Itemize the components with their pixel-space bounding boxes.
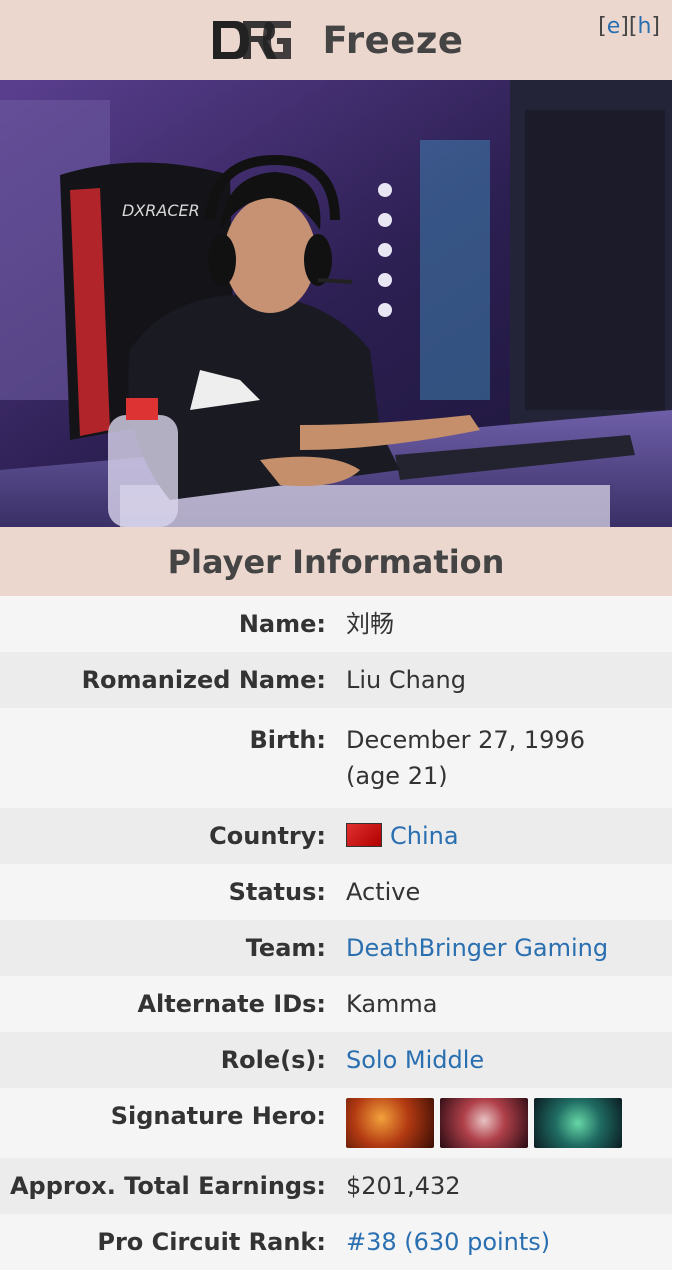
info-row-status: Status: Active bbox=[0, 864, 672, 920]
info-row-alternate-ids: Alternate IDs: Kamma bbox=[0, 976, 672, 1032]
row-value: Kamma bbox=[346, 990, 438, 1018]
section-header: Player Information bbox=[0, 527, 672, 596]
china-flag-icon bbox=[346, 823, 382, 847]
team-link[interactable]: DeathBringer Gaming bbox=[346, 934, 608, 962]
row-value: December 27, 1996 (age 21) bbox=[326, 722, 585, 794]
rank-link[interactable]: #38 (630 points) bbox=[346, 1228, 550, 1256]
info-row-romanized-name: Romanized Name: Liu Chang bbox=[0, 652, 672, 708]
row-label: Pro Circuit Rank: bbox=[97, 1228, 326, 1256]
hero-icon-2[interactable] bbox=[440, 1098, 528, 1148]
info-row-name: Name: 刘畅 bbox=[0, 596, 672, 652]
edit-link[interactable]: e bbox=[607, 14, 621, 39]
edit-links: [e][h] bbox=[598, 14, 660, 39]
row-value: Liu Chang bbox=[346, 666, 466, 694]
info-row-birth: Birth: December 27, 1996 (age 21) bbox=[0, 708, 672, 808]
infobox-header: Freeze [e][h] bbox=[0, 0, 672, 80]
row-value: Active bbox=[346, 878, 421, 906]
row-label: Signature Hero: bbox=[110, 1102, 326, 1130]
row-value: #38 (630 points) bbox=[326, 1224, 550, 1260]
row-label: Country: bbox=[209, 822, 326, 850]
info-row-team: Team: DeathBringer Gaming bbox=[0, 920, 672, 976]
team-logo-icon bbox=[212, 21, 291, 59]
info-row-signature-hero: Signature Hero: bbox=[0, 1088, 672, 1158]
info-rows: Name: 刘畅 Romanized Name: Liu Chang Birth… bbox=[0, 596, 672, 1270]
row-label: Status: bbox=[228, 878, 326, 906]
row-label: Romanized Name: bbox=[81, 666, 326, 694]
player-photo: DXRACER bbox=[0, 80, 672, 527]
row-label: Role(s): bbox=[220, 1046, 326, 1074]
row-label: Team: bbox=[245, 934, 326, 962]
row-label: Approx. Total Earnings: bbox=[9, 1172, 326, 1200]
player-infobox: Freeze [e][h] DXRACER Player Information… bbox=[0, 0, 672, 1270]
row-label: Name: bbox=[238, 610, 326, 638]
hero-icon-1[interactable] bbox=[346, 1098, 434, 1148]
chair-brand-text: DXRACER bbox=[122, 201, 200, 220]
row-value: 刘畅 bbox=[346, 610, 394, 638]
row-value: $201,432 bbox=[346, 1172, 461, 1200]
role-link[interactable]: Solo Middle bbox=[346, 1046, 484, 1074]
hero-icon-3[interactable] bbox=[534, 1098, 622, 1148]
birth-date: December 27, 1996 bbox=[346, 726, 585, 754]
info-row-roles: Role(s): Solo Middle bbox=[0, 1032, 672, 1088]
info-row-earnings: Approx. Total Earnings: $201,432 bbox=[0, 1158, 672, 1214]
row-value: DeathBringer Gaming bbox=[326, 930, 608, 966]
row-label: Alternate IDs: bbox=[137, 990, 326, 1018]
history-link[interactable]: h bbox=[637, 14, 651, 39]
row-value: Solo Middle bbox=[326, 1042, 484, 1078]
signature-heroes bbox=[326, 1098, 622, 1148]
country-link[interactable]: China bbox=[390, 822, 459, 850]
info-row-country: Country: China bbox=[0, 808, 672, 864]
row-value: China bbox=[326, 818, 459, 854]
page-title: Freeze bbox=[322, 18, 464, 62]
birth-age: (age 21) bbox=[346, 762, 448, 790]
row-label: Birth: bbox=[249, 726, 326, 754]
